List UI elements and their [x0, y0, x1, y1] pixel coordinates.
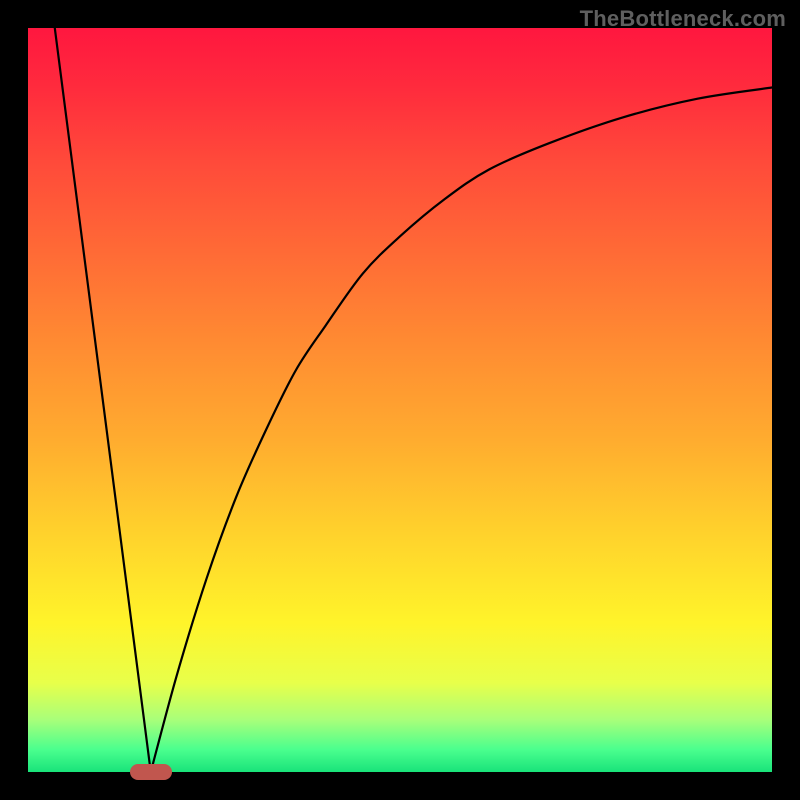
- chart-frame: TheBottleneck.com: [0, 0, 800, 800]
- chart-curves: [28, 28, 772, 772]
- right-branch-line: [151, 88, 772, 772]
- plot-area: [28, 28, 772, 772]
- optimum-marker: [130, 764, 172, 780]
- watermark-text: TheBottleneck.com: [580, 6, 786, 32]
- left-branch-line: [55, 28, 151, 772]
